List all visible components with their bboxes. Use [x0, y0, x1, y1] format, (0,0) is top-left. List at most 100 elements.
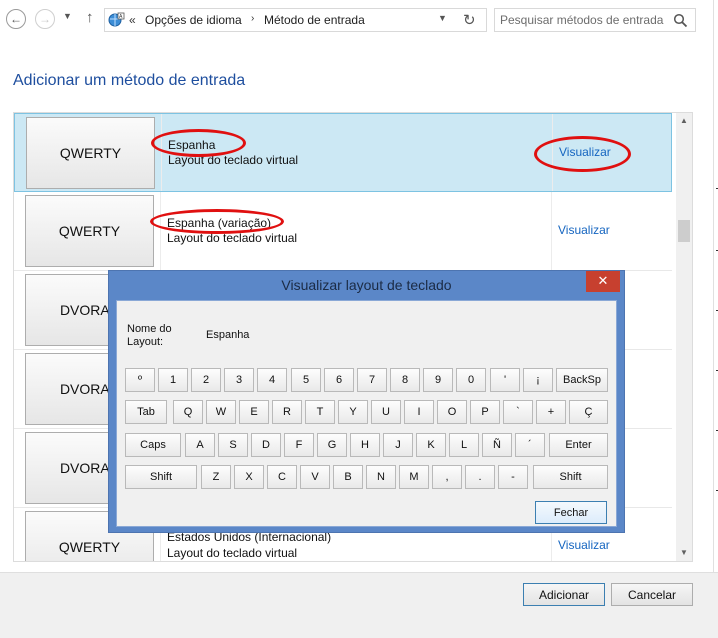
keyboard-key: 6: [324, 368, 354, 392]
list-item-espanha-variacao[interactable]: QWERTY Espanha (variação) Layout do tecl…: [14, 192, 672, 271]
arrow-right-icon: →: [39, 12, 51, 26]
keyboard-key: V: [300, 465, 330, 489]
keyboard-key: 1: [158, 368, 188, 392]
keyboard-key: F: [284, 433, 314, 457]
dialog-title: Visualizar layout de teclado: [281, 277, 452, 293]
keyboard-key: M: [399, 465, 429, 489]
search-input[interactable]: [500, 12, 670, 28]
keyboard-key: D: [251, 433, 281, 457]
svg-text:A: A: [119, 14, 123, 20]
recent-locations-button[interactable]: ▼: [63, 11, 72, 21]
search-icon[interactable]: [673, 13, 688, 28]
keyboard-key: L: [449, 433, 479, 457]
keyboard-key: +: [536, 400, 566, 424]
keyboard-key: 3: [224, 368, 254, 392]
address-field[interactable]: A « Opções de idioma › Método de entrada…: [104, 8, 487, 32]
keyboard-key: T: [305, 400, 335, 424]
keyboard-key: R: [272, 400, 302, 424]
keyboard-key: Y: [338, 400, 368, 424]
column-divider: [160, 192, 161, 270]
preview-link[interactable]: Visualizar: [558, 538, 610, 552]
keyboard-key: ´: [515, 433, 545, 457]
keyboard-key: O: [437, 400, 467, 424]
keyboard-preview-dialog: Visualizar layout de teclado ✕ Nome do L…: [108, 270, 625, 533]
preview-link[interactable]: Visualizar: [559, 145, 611, 159]
column-divider: [161, 114, 162, 191]
keyboard-key: BackSp: [556, 368, 608, 392]
breadcrumb-input-method[interactable]: Método de entrada: [264, 13, 365, 27]
keyboard-thumbnail: QWERTY: [26, 117, 155, 189]
list-item-subtitle: Layout do teclado virtual: [168, 153, 299, 167]
dialog-close-button[interactable]: ✕: [586, 271, 620, 292]
breadcrumb-language-options[interactable]: Opções de idioma: [145, 13, 242, 27]
dialog-body: Nome do Layout: Espanha º 1 2 3 4 5 6 7 …: [116, 300, 617, 527]
keyboard-key: Ç: [569, 400, 608, 424]
list-item-name: Espanha (variação): [167, 216, 272, 230]
keyboard-key: A: [185, 433, 215, 457]
address-bar-row: ← → ▼ ↑ A « Opções de idioma › Método de…: [0, 0, 718, 40]
keyboard-key: ,: [432, 465, 462, 489]
back-button[interactable]: ←: [6, 9, 26, 29]
keyboard-key: 5: [291, 368, 321, 392]
preview-link[interactable]: Visualizar: [558, 223, 610, 237]
list-item-name: Espanha: [168, 138, 216, 152]
breadcrumb-separator-icon[interactable]: ›: [251, 13, 254, 24]
up-button[interactable]: ↑: [86, 9, 94, 26]
layout-name-value: Espanha: [206, 329, 250, 341]
keyboard-key: H: [350, 433, 380, 457]
column-divider: [552, 114, 553, 191]
close-dialog-button[interactable]: Fechar: [535, 501, 607, 524]
chevron-down-icon: ▼: [63, 11, 72, 21]
keyboard-key: Z: [201, 465, 231, 489]
keyboard-key: W: [206, 400, 236, 424]
close-icon: ✕: [597, 273, 609, 288]
keyboard-key: ': [490, 368, 520, 392]
arrow-left-icon: ←: [10, 12, 22, 26]
footer-bar: Adicionar Cancelar: [0, 572, 718, 638]
scroll-up-icon[interactable]: ▲: [676, 114, 692, 128]
column-divider: [551, 192, 552, 270]
keyboard-key: C: [267, 465, 297, 489]
cancel-button[interactable]: Cancelar: [611, 583, 693, 606]
keyboard-key: P: [470, 400, 500, 424]
keyboard-key: 4: [257, 368, 287, 392]
window-edge: [713, 0, 718, 572]
add-button[interactable]: Adicionar: [523, 583, 605, 606]
keyboard-key: 8: [390, 368, 420, 392]
keyboard-key: Q: [173, 400, 203, 424]
keyboard-key: ¡: [523, 368, 553, 392]
overflow-chevron-icon[interactable]: «: [129, 13, 136, 27]
address-dropdown-icon[interactable]: ▼: [438, 13, 447, 23]
keyboard-key: 9: [423, 368, 453, 392]
vertical-scrollbar[interactable]: ▲ ▼: [676, 113, 692, 561]
keyboard-key: Shift: [533, 465, 608, 489]
keyboard-key: S: [218, 433, 248, 457]
keyboard-key: Shift: [125, 465, 197, 489]
list-item-espanha[interactable]: QWERTY Espanha Layout do teclado virtual…: [14, 113, 672, 192]
keyboard-key: Caps: [125, 433, 181, 457]
keyboard-key: I: [404, 400, 434, 424]
keyboard-key: U: [371, 400, 401, 424]
forward-button[interactable]: →: [35, 9, 55, 29]
keyboard-key: E: [239, 400, 269, 424]
keyboard-key: Tab: [125, 400, 167, 424]
keyboard-key: 2: [191, 368, 221, 392]
keyboard-key: Ñ: [482, 433, 512, 457]
keyboard-key: º: [125, 368, 155, 392]
keyboard-key: 0: [456, 368, 486, 392]
keyboard-key: Enter: [549, 433, 608, 457]
scrollbar-thumb[interactable]: [678, 220, 690, 242]
keyboard-key: N: [366, 465, 396, 489]
search-box: [494, 8, 696, 32]
keyboard-key: K: [416, 433, 446, 457]
scroll-down-icon[interactable]: ▼: [676, 546, 692, 560]
keyboard-key: `: [503, 400, 533, 424]
keyboard-key: X: [234, 465, 264, 489]
page-title: Adicionar um método de entrada: [13, 72, 246, 89]
refresh-icon[interactable]: ↻: [463, 11, 476, 29]
arrow-up-icon: ↑: [86, 9, 94, 26]
keyboard-key: .: [465, 465, 495, 489]
language-icon: A: [108, 12, 125, 27]
layout-name-label: Nome do Layout:: [127, 323, 172, 348]
keyboard-thumbnail: QWERTY: [25, 195, 154, 267]
